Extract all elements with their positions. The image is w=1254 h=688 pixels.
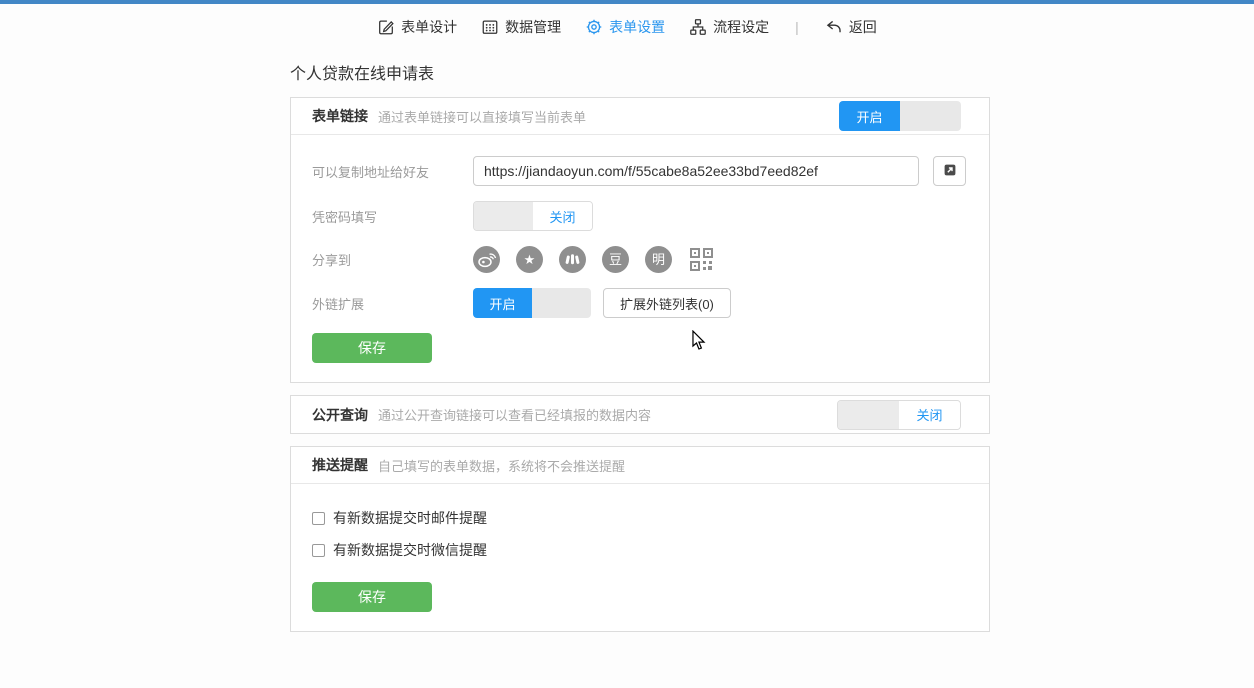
- public-query-toggle[interactable]: 关闭: [837, 400, 961, 430]
- external-link-list-button[interactable]: 扩展外链列表(0): [603, 288, 731, 318]
- douban-icon[interactable]: 豆: [602, 246, 629, 273]
- panel-public-query-header: 公开查询 通过公开查询链接可以查看已经填报的数据内容 关闭: [291, 396, 989, 433]
- email-notify-checkbox[interactable]: [312, 512, 325, 525]
- external-link-row: 外链扩展 开启 扩展外链列表(0): [312, 288, 968, 318]
- toggle-on-label: 开启: [839, 101, 900, 131]
- page-title: 个人贷款在线申请表: [290, 60, 990, 84]
- wechat-notify-checkbox[interactable]: [312, 544, 325, 557]
- panel-form-link-header: 表单链接 通过表单链接可以直接填写当前表单 开启: [291, 98, 989, 135]
- email-notify-option[interactable]: 有新数据提交时邮件提醒: [312, 508, 968, 528]
- external-link-toggle[interactable]: 开启: [473, 288, 591, 318]
- open-in-new-window-icon: [942, 162, 958, 181]
- panel-push-notice: 推送提醒 自己填写的表单数据，系统将不会推送提醒 有新数据提交时邮件提醒 有新数…: [290, 446, 990, 632]
- renren-icon[interactable]: [559, 246, 586, 273]
- push-notice-save-button[interactable]: 保存: [312, 582, 432, 612]
- main-nav: 表单设计 数据管理 表单设置: [0, 4, 1254, 50]
- panel-title: 表单链接: [312, 106, 368, 126]
- form-design-icon: [377, 18, 395, 36]
- form-url-input[interactable]: [473, 156, 919, 186]
- share-row: 分享到 ★: [312, 246, 968, 273]
- star-glyph: ★: [524, 253, 536, 266]
- panel-public-query: 公开查询 通过公开查询链接可以查看已经填报的数据内容 关闭: [290, 395, 990, 434]
- checkbox-label: 有新数据提交时微信提醒: [333, 540, 487, 560]
- tab-form-settings[interactable]: 表单设置: [585, 17, 665, 37]
- ming-icon[interactable]: 明: [645, 246, 672, 273]
- back-arrow-icon: [825, 18, 843, 36]
- weibo-icon[interactable]: [473, 246, 500, 273]
- douban-glyph: 豆: [609, 253, 622, 266]
- wechat-notify-option[interactable]: 有新数据提交时微信提醒: [312, 540, 968, 560]
- panel-title: 公开查询: [312, 405, 368, 425]
- tab-label: 流程设定: [713, 17, 769, 37]
- password-row: 凭密码填写 关闭: [312, 201, 968, 231]
- toggle-off-segment: [532, 288, 591, 318]
- toggle-on-segment: [838, 401, 899, 429]
- panel-desc: 通过表单链接可以直接填写当前表单: [378, 107, 586, 126]
- toggle-on-segment: [474, 202, 533, 230]
- nav-divider: |: [795, 19, 799, 35]
- panel-desc: 自己填写的表单数据，系统将不会推送提醒: [378, 456, 625, 475]
- share-label: 分享到: [312, 250, 473, 269]
- external-link-label: 外链扩展: [312, 294, 473, 313]
- panel-push-notice-header: 推送提醒 自己填写的表单数据，系统将不会推送提醒: [291, 447, 989, 484]
- password-toggle[interactable]: 关闭: [473, 201, 593, 231]
- form-link-toggle[interactable]: 开启: [839, 101, 961, 131]
- panel-desc: 通过公开查询链接可以查看已经填报的数据内容: [378, 405, 651, 424]
- gear-icon: [585, 18, 603, 36]
- data-manage-icon: [481, 18, 499, 36]
- copy-link-row: 可以复制地址给好友: [312, 156, 968, 186]
- open-link-button[interactable]: [933, 156, 966, 186]
- password-label: 凭密码填写: [312, 207, 473, 226]
- tab-workflow[interactable]: 流程设定: [689, 17, 769, 37]
- checkbox-label: 有新数据提交时邮件提醒: [333, 508, 487, 528]
- workflow-icon: [689, 18, 707, 36]
- tab-label: 表单设置: [609, 17, 665, 37]
- copy-link-label: 可以复制地址给好友: [312, 162, 473, 181]
- tab-data-manage[interactable]: 数据管理: [481, 17, 561, 37]
- toggle-off-label: 关闭: [533, 202, 592, 230]
- tab-label: 表单设计: [401, 17, 457, 37]
- qzone-icon[interactable]: ★: [516, 246, 543, 273]
- toggle-on-label: 开启: [473, 288, 532, 318]
- qrcode-icon[interactable]: [688, 246, 715, 273]
- share-icons: ★ 豆 明: [473, 246, 715, 273]
- panel-form-link: 表单链接 通过表单链接可以直接填写当前表单 开启 可以复制地址给好友: [290, 97, 990, 383]
- back-label: 返回: [849, 17, 877, 37]
- panel-title: 推送提醒: [312, 455, 368, 475]
- back-button[interactable]: 返回: [825, 17, 877, 37]
- toggle-off-segment: [900, 101, 961, 131]
- ming-glyph: 明: [652, 253, 665, 266]
- push-notice-options: 有新数据提交时邮件提醒 有新数据提交时微信提醒 保存: [291, 484, 989, 631]
- tab-label: 数据管理: [505, 17, 561, 37]
- toggle-off-label: 关闭: [899, 401, 960, 429]
- form-link-save-button[interactable]: 保存: [312, 333, 432, 363]
- tab-form-design[interactable]: 表单设计: [377, 17, 457, 37]
